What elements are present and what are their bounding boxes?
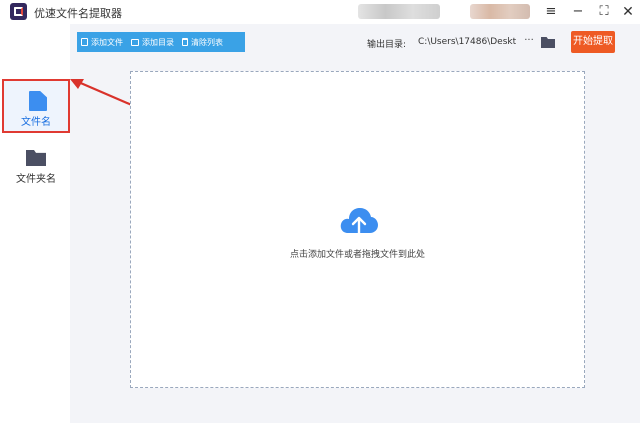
blurred-region [470,4,530,19]
trash-icon [182,38,188,46]
menu-icon[interactable]: ≡ [541,2,561,22]
open-folder-icon[interactable] [541,37,555,48]
add-file-icon [81,38,88,46]
clear-list-label: 清除列表 [191,37,223,47]
add-file-button[interactable]: 添加文件 [77,32,127,52]
clear-list-button[interactable]: 清除列表 [178,32,227,52]
folder-icon [26,150,46,166]
sidebar-item-label: 文件夹名 [16,174,56,185]
minimize-icon[interactable]: − [568,2,588,22]
app-title: 优速文件名提取器 [34,7,122,20]
add-folder-label: 添加目录 [142,37,174,47]
file-icon [29,91,47,111]
output-path-field[interactable]: C:\Users\17486\Deskto [418,34,516,50]
app-window: 优速文件名提取器 ≡ − ⛶ ✕ 文件名 文件夹名 添加文件 添加目录 清除列表… [0,0,640,423]
toolbar: 添加文件 添加目录 清除列表 [77,32,245,52]
browse-more-button[interactable]: ··· [522,34,536,50]
drop-hint: 点击添加文件或者拖拽文件到此处 [289,250,425,260]
file-drop-zone[interactable]: 点击添加文件或者拖拽文件到此处 [130,71,585,388]
app-logo-icon [10,3,27,20]
cloud-upload-icon [340,208,378,237]
add-file-label: 添加文件 [91,37,123,47]
add-folder-button[interactable]: 添加目录 [127,32,178,52]
maximize-icon[interactable]: ⛶ [594,2,614,22]
sidebar-item-label: 文件名 [21,117,51,128]
blurred-region [358,4,440,19]
title-bar: 优速文件名提取器 ≡ − ⛶ ✕ [0,0,640,24]
output-dir-label: 输出目录: [367,40,407,50]
add-folder-icon [131,38,139,46]
start-extract-button[interactable]: 开始提取 [571,31,615,53]
close-icon[interactable]: ✕ [618,2,638,22]
sidebar-item-foldername[interactable]: 文件夹名 [2,142,70,196]
